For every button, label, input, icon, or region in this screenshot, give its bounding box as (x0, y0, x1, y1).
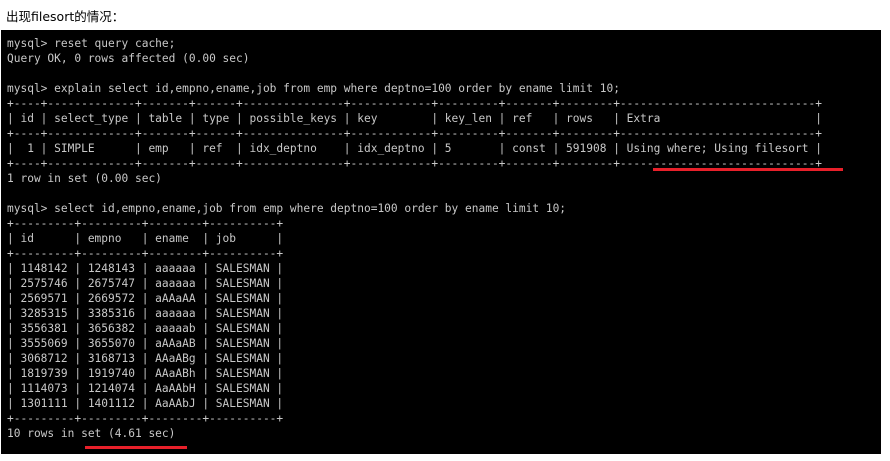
terminal-line: | id | empno | ename | job | (7, 232, 284, 245)
terminal-line: | 3285315 | 3385316 | aaaaaa | SALESMAN … (7, 307, 284, 320)
terminal-window[interactable]: mysql> reset query cache; Query OK, 0 ro… (1, 30, 881, 454)
terminal-line: mysql> explain select id,empno,ename,job… (7, 82, 620, 95)
terminal-line: | 1301111 | 1401112 | AaAAbJ | SALESMAN … (7, 397, 284, 410)
terminal-line: +----+-------------+-------+------+-----… (7, 97, 822, 110)
terminal-line: | 2575746 | 2675747 | aaaaaa | SALESMAN … (7, 277, 284, 290)
terminal-line: | 1114073 | 1214074 | AaAAbH | SALESMAN … (7, 382, 284, 395)
query-time-highlight-underline (85, 446, 187, 449)
terminal-line: | 3556381 | 3656382 | aaaaab | SALESMAN … (7, 322, 284, 335)
terminal-line: | 1819739 | 1919740 | AAaABh | SALESMAN … (7, 367, 284, 380)
terminal-line: | 1148142 | 1248143 | aaaaaa | SALESMAN … (7, 262, 284, 275)
terminal-line: +---------+---------+--------+----------… (7, 247, 284, 260)
terminal-line: mysql> reset query cache; (7, 37, 176, 50)
terminal-line: +---------+---------+--------+----------… (7, 412, 284, 425)
terminal-line: | id | select_type | table | type | poss… (7, 112, 822, 125)
caption-text: 出现filesort的情况： (6, 9, 125, 24)
terminal-line: | 3068712 | 3168713 | AAaABg | SALESMAN … (7, 352, 284, 365)
terminal-line: +----+-------------+-------+------+-----… (7, 127, 822, 140)
terminal-line: Query OK, 0 rows affected (0.00 sec) (7, 52, 250, 65)
terminal-line: | 3555069 | 3655070 | aAAaAB | SALESMAN … (7, 337, 284, 350)
filesort-highlight-underline (653, 168, 843, 171)
terminal-line: mysql> select id,empno,ename,job from em… (7, 202, 567, 215)
terminal-line: 1 row in set (0.00 sec) (7, 172, 162, 185)
terminal-line: | 2569571 | 2669572 | aAAaAA | SALESMAN … (7, 292, 284, 305)
terminal-line: +---------+---------+--------+----------… (7, 217, 284, 230)
terminal-line: 10 rows in set (4.61 sec) (7, 427, 176, 440)
terminal-line: | 1 | SIMPLE | emp | ref | idx_deptno | … (7, 142, 822, 155)
terminal-output: mysql> reset query cache; Query OK, 0 ro… (7, 36, 822, 441)
